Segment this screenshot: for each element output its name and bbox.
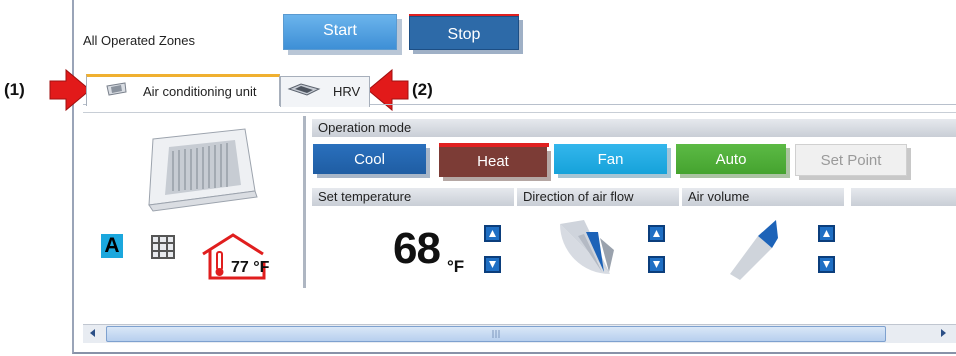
airflow-down-button[interactable] — [648, 256, 665, 273]
mode-cool-button[interactable]: Cool — [313, 144, 426, 174]
air-volume-icon — [730, 220, 778, 280]
scrollbar-thumb[interactable] — [106, 326, 886, 342]
mode-heat-button[interactable]: Heat — [439, 147, 547, 177]
annotation-2: (2) — [412, 80, 433, 99]
red-arrow-left-icon — [367, 68, 409, 112]
arrow-down-icon — [489, 261, 496, 268]
air-flow-direction-header: Direction of air flow — [517, 187, 679, 206]
arrow-up-icon — [823, 230, 830, 237]
arrow-down-icon — [823, 261, 830, 268]
set-temperature-header: Set temperature — [312, 187, 514, 206]
grid-filter-icon — [151, 235, 175, 259]
tab-label: HRV — [333, 84, 361, 99]
mode-auto-button[interactable]: Auto — [676, 144, 786, 174]
stop-button[interactable]: Stop — [409, 16, 519, 50]
ceiling-cassette-unit-image — [148, 128, 258, 212]
scroll-left-button[interactable] — [86, 326, 100, 340]
auto-mode-icon: A — [101, 234, 123, 258]
set-temperature-unit: °F — [447, 257, 465, 276]
arrow-up-icon — [489, 230, 496, 237]
set-temperature-value: 68 — [393, 224, 441, 273]
temp-down-button[interactable] — [484, 256, 501, 273]
room-temperature-value: 77 °F — [231, 259, 270, 276]
volume-down-button[interactable] — [818, 256, 835, 273]
mode-fan-button[interactable]: Fan — [554, 144, 667, 174]
tab-air-conditioning-unit[interactable]: Air conditioning unit — [86, 74, 280, 106]
hrv-unit-icon — [287, 83, 321, 96]
grip-icon — [492, 330, 500, 338]
airflow-up-button[interactable] — [648, 225, 665, 242]
mode-set-point-button[interactable]: Set Point — [795, 144, 907, 176]
panel-divider — [303, 116, 306, 288]
volume-up-button[interactable] — [818, 225, 835, 242]
start-button[interactable]: Start — [283, 14, 397, 50]
arrow-down-icon — [653, 261, 660, 268]
scroll-right-icon — [941, 329, 946, 337]
annotation-1: (1) — [4, 80, 25, 99]
scroll-left-icon — [90, 329, 95, 337]
tab-hrv[interactable]: HRV — [280, 76, 370, 107]
air-volume-header: Air volume — [682, 187, 844, 206]
operation-mode-header: Operation mode — [312, 118, 956, 137]
air-flow-direction-icon — [560, 220, 614, 274]
arrow-up-icon — [653, 230, 660, 237]
tab-label: Air conditioning unit — [143, 84, 257, 99]
zones-label: All Operated Zones — [83, 33, 196, 48]
ceiling-cassette-icon — [106, 82, 127, 96]
temp-up-button[interactable] — [484, 225, 501, 242]
scroll-right-button[interactable] — [936, 326, 950, 340]
extra-setting-header — [851, 187, 956, 206]
